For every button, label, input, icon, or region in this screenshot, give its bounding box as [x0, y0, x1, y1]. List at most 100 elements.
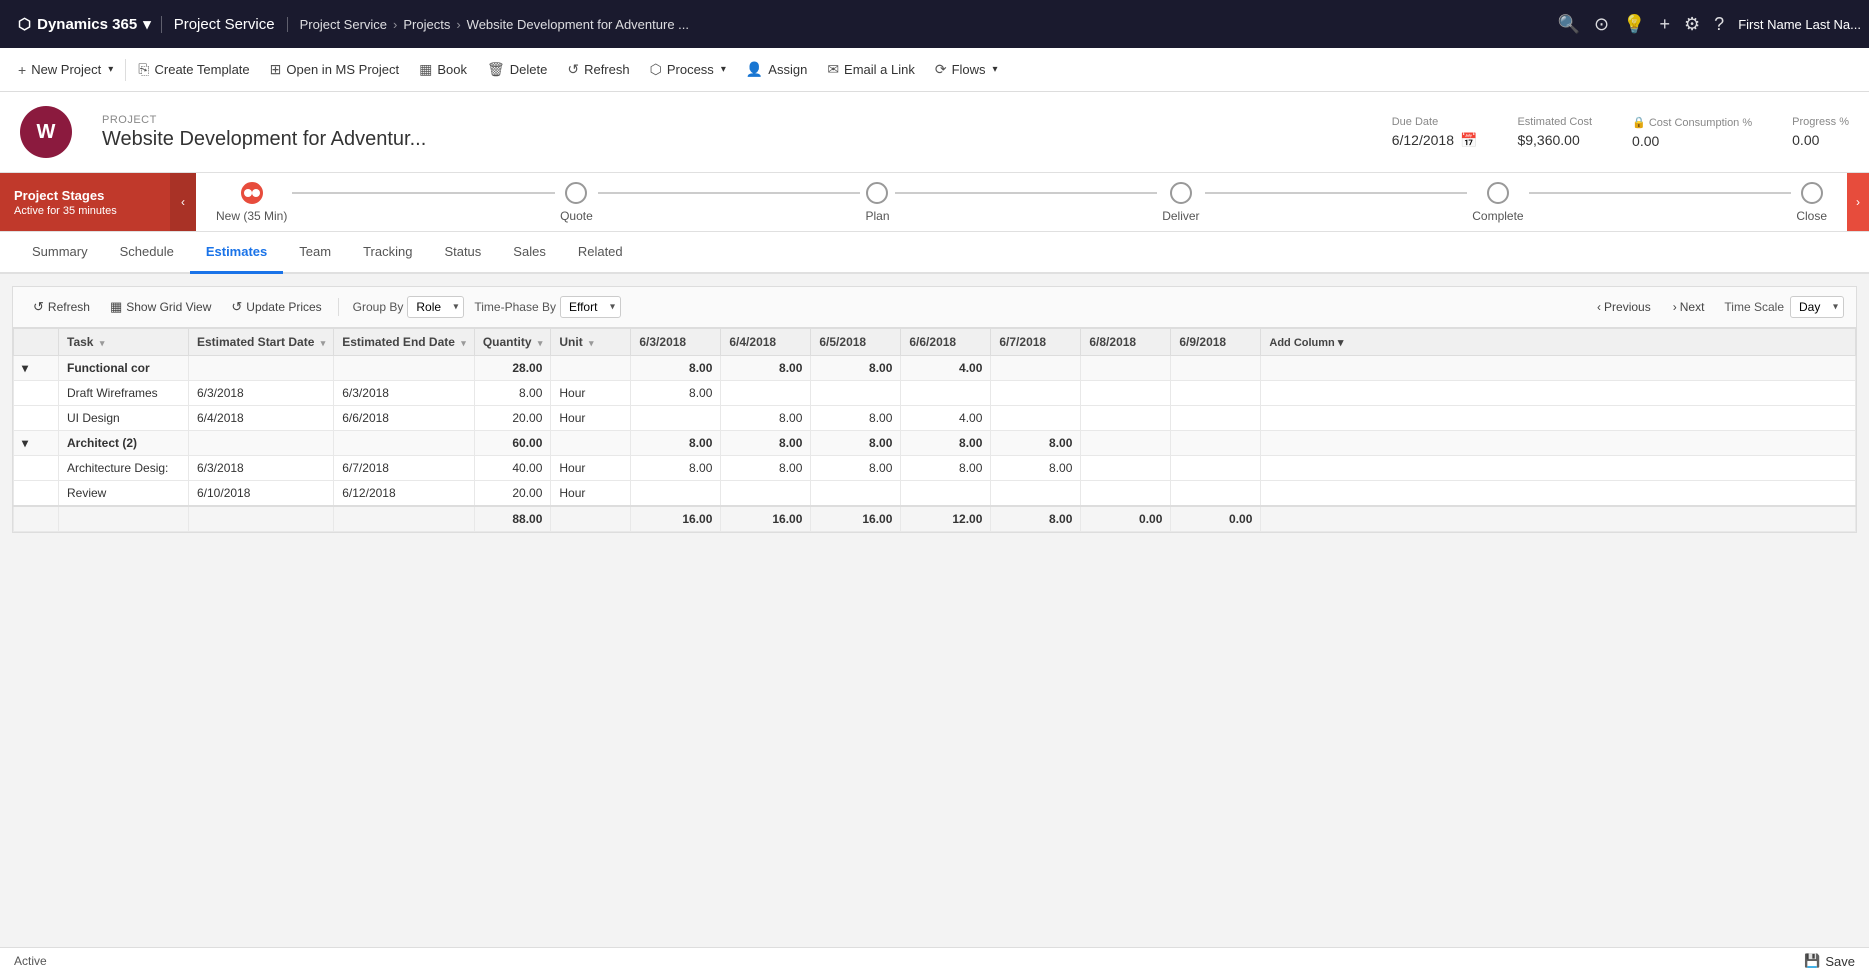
- create-template-button[interactable]: ⎘ Create Template: [128, 48, 259, 92]
- task-arch-design: Architecture Desig:: [59, 456, 189, 481]
- group-qty-architect: 60.00: [474, 431, 551, 456]
- end-ui-design: 6/6/2018: [334, 406, 475, 431]
- tab-status[interactable]: Status: [428, 232, 497, 274]
- book-button[interactable]: ▦ Book: [409, 48, 477, 92]
- open-ms-project-icon: ⊞: [270, 61, 282, 78]
- stage-step-close[interactable]: Close: [1796, 182, 1827, 223]
- breadcrumb-item-2[interactable]: Projects: [403, 17, 450, 32]
- help-icon[interactable]: ?: [1714, 14, 1724, 35]
- stage-name-quote: Quote: [560, 209, 593, 223]
- th-date2: 6/4/2018: [721, 329, 811, 356]
- footer-unit: [551, 506, 631, 532]
- th-date6: 6/8/2018: [1081, 329, 1171, 356]
- tab-schedule[interactable]: Schedule: [104, 232, 190, 274]
- breadcrumb-item-1[interactable]: Project Service: [300, 17, 387, 32]
- timephase-by-dropdown-wrap: Effort: [560, 296, 621, 318]
- group-toggle-cell-arch[interactable]: ▾: [14, 431, 59, 456]
- th-quantity[interactable]: Quantity ▾: [474, 329, 551, 356]
- start-draft-wireframes: 6/3/2018: [189, 381, 334, 406]
- stage-connector-1: [292, 192, 555, 194]
- save-button[interactable]: 💾 Save: [1804, 953, 1855, 969]
- open-ms-project-button[interactable]: ⊞ Open in MS Project: [260, 48, 409, 92]
- footer-d7: 0.00: [1171, 506, 1261, 532]
- stage-step-deliver[interactable]: Deliver: [1162, 182, 1199, 223]
- qty-arch-design: 40.00: [474, 456, 551, 481]
- breadcrumb-sep-2: ›: [456, 17, 460, 32]
- end-arch-design: 6/7/2018: [334, 456, 475, 481]
- tab-summary[interactable]: Summary: [16, 232, 104, 274]
- tab-related[interactable]: Related: [562, 232, 639, 274]
- refresh-icon: ↺: [567, 61, 579, 78]
- group-d2-architect: 8.00: [721, 431, 811, 456]
- stage-step-quote[interactable]: Quote: [560, 182, 593, 223]
- group-d6-architect: [1081, 431, 1171, 456]
- grid-refresh-button[interactable]: ↺ Refresh: [25, 295, 98, 319]
- tab-tracking[interactable]: Tracking: [347, 232, 428, 274]
- stage-bar-label: Project Stages Active for 35 minutes: [0, 173, 170, 231]
- table-row: Architecture Desig: 6/3/2018 6/7/2018 40…: [14, 456, 1856, 481]
- th-est-end[interactable]: Estimated End Date ▾: [334, 329, 475, 356]
- book-icon: ▦: [419, 61, 432, 78]
- start-arch-design: 6/3/2018: [189, 456, 334, 481]
- assign-button[interactable]: 👤 Assign: [736, 48, 817, 92]
- stage-name-close: Close: [1796, 209, 1827, 223]
- settings-icon[interactable]: ⚙: [1684, 14, 1700, 35]
- project-title-area: PROJECT Website Development for Adventur…: [102, 114, 426, 151]
- process-button[interactable]: ⬡ Process ▾: [640, 48, 736, 92]
- th-est-start[interactable]: Estimated Start Date ▾: [189, 329, 334, 356]
- user-name[interactable]: First Name Last Na...: [1738, 17, 1861, 32]
- qty-draft-wireframes: 8.00: [474, 381, 551, 406]
- th-add-column[interactable]: Add Column ▾: [1261, 329, 1856, 356]
- tab-sales[interactable]: Sales: [497, 232, 562, 274]
- d7-draft-wireframes: [1171, 381, 1261, 406]
- d6-ui-design: [1081, 406, 1171, 431]
- process-icon: ⬡: [650, 61, 662, 78]
- stage-step-new[interactable]: New (35 Min): [216, 182, 287, 223]
- footer-d2: 16.00: [721, 506, 811, 532]
- group-d7-functional: [1171, 356, 1261, 381]
- previous-button[interactable]: ‹ Previous: [1589, 297, 1659, 317]
- task-ui-design: UI Design: [59, 406, 189, 431]
- table-footer-row: 88.00 16.00 16.00 16.00 12.00 8.00 0.00 …: [14, 506, 1856, 532]
- email-link-button[interactable]: ✉ Email a Link: [817, 48, 925, 92]
- assign-label: Assign: [768, 62, 807, 77]
- stage-back-button[interactable]: ‹: [170, 173, 196, 231]
- group-d6-functional: [1081, 356, 1171, 381]
- create-template-icon: ⎘: [138, 61, 149, 78]
- group-toggle-cell[interactable]: ▾: [14, 356, 59, 381]
- new-project-button[interactable]: + New Project ▾: [8, 48, 123, 92]
- add-icon[interactable]: +: [1660, 14, 1671, 35]
- stage-step-complete[interactable]: Complete: [1472, 182, 1523, 223]
- d4-review: [901, 481, 991, 507]
- whatsnew-icon[interactable]: 💡: [1623, 14, 1645, 35]
- calendar-icon[interactable]: 📅: [1460, 132, 1477, 149]
- recent-icon[interactable]: ⊙: [1594, 14, 1609, 35]
- timephase-by-select[interactable]: Effort: [560, 296, 621, 318]
- search-icon[interactable]: 🔍: [1558, 14, 1580, 35]
- update-prices-button[interactable]: ↺ Update Prices: [223, 295, 329, 319]
- stage-step-plan[interactable]: Plan: [865, 182, 889, 223]
- brand-name: Dynamics 365: [37, 16, 137, 33]
- time-scale-select[interactable]: Day: [1790, 296, 1844, 318]
- tab-team[interactable]: Team: [283, 232, 347, 274]
- flows-button[interactable]: ⟳ Flows ▾: [925, 48, 1008, 92]
- th-task[interactable]: Task ▾: [59, 329, 189, 356]
- th-unit[interactable]: Unit ▾: [551, 329, 631, 356]
- d3-review: [811, 481, 901, 507]
- stage-circle-quote: [565, 182, 587, 204]
- next-button[interactable]: › Next: [1665, 297, 1713, 317]
- row-indent-3: [14, 456, 59, 481]
- refresh-button[interactable]: ↺ Refresh: [557, 48, 639, 92]
- show-grid-view-button[interactable]: ▦ Show Grid View: [102, 295, 219, 319]
- stage-forward-button[interactable]: ›: [1847, 173, 1869, 231]
- th-date3: 6/5/2018: [811, 329, 901, 356]
- brand-chevron: ▾: [143, 15, 151, 33]
- tab-estimates[interactable]: Estimates: [190, 232, 283, 274]
- command-bar: + New Project ▾ ⎘ Create Template ⊞ Open…: [0, 48, 1869, 92]
- delete-button[interactable]: 🗑 Delete: [477, 48, 557, 92]
- group-d5-architect: 8.00: [991, 431, 1081, 456]
- group-by-select[interactable]: Role: [407, 296, 464, 318]
- dynamics365-brand[interactable]: ⬡ Dynamics 365 ▾: [8, 15, 161, 33]
- stage-circle-new: [241, 182, 263, 204]
- sort-est-start-icon: ▾: [321, 338, 326, 348]
